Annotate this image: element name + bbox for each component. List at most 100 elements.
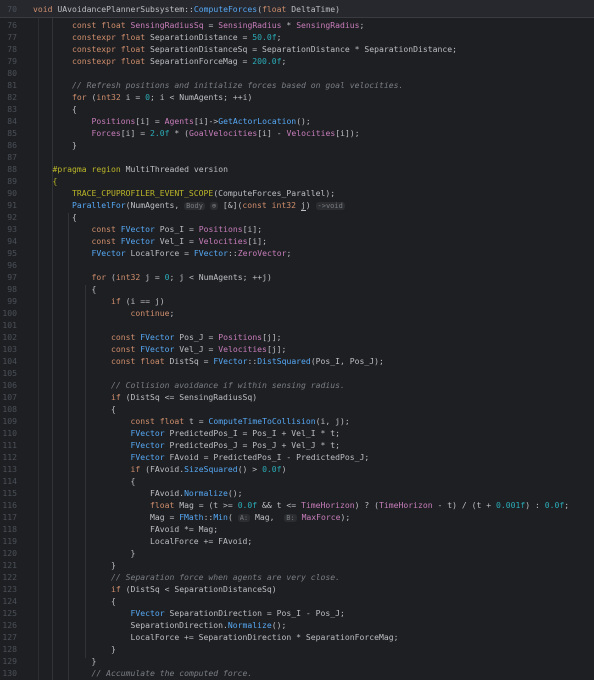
line-number: 122 <box>2 572 17 582</box>
code-line[interactable]: SeparationDirection.Normalize(); <box>33 619 286 631</box>
line-number: 91 <box>7 200 17 210</box>
code-line[interactable]: for (int32 i = 0; i < NumAgents; ++i) <box>33 91 252 103</box>
line-number: 94 <box>7 236 17 246</box>
line-number: 80 <box>7 68 17 78</box>
code-line[interactable]: const FVector Vel_I = Velocities[i]; <box>33 235 266 247</box>
line-number: 98 <box>7 284 17 294</box>
line-number: 110 <box>2 428 17 438</box>
line-number: 129 <box>2 656 17 666</box>
line-number: 105 <box>2 368 17 378</box>
code-line[interactable]: // Accumulate the computed force. <box>33 667 252 679</box>
line-number: 99 <box>7 296 17 306</box>
line-number: 92 <box>7 212 17 222</box>
line-number: 88 <box>7 164 17 174</box>
code-line[interactable]: } <box>33 643 116 655</box>
code-line[interactable]: Positions[i] = Agents[i]->GetActorLocati… <box>33 115 310 127</box>
code-line[interactable]: FVector PredictedPos_I = Pos_I + Vel_I *… <box>33 427 340 439</box>
code-editor[interactable]: 70 void UAvoidancePlannerSubsystem::Comp… <box>0 0 594 680</box>
line-number: 126 <box>2 620 17 630</box>
code-line[interactable]: FVector FAvoid = PredictedPos_I - Predic… <box>33 451 369 463</box>
line-number: 103 <box>2 344 17 354</box>
code-line[interactable]: } <box>33 559 116 571</box>
line-number: 115 <box>2 488 17 498</box>
code-line[interactable]: LocalForce += SeparationDirection * Sepa… <box>33 631 398 643</box>
code-line[interactable]: // Collision avoidance if within sensing… <box>33 379 345 391</box>
code-line[interactable]: FAvoid.Normalize(); <box>33 487 243 499</box>
code-line[interactable]: constexpr float SeparationDistanceSq = S… <box>33 43 457 55</box>
line-number: 97 <box>7 272 17 282</box>
line-number: 76 <box>7 20 17 30</box>
code-line[interactable]: #pragma region MultiThreaded version <box>33 163 228 175</box>
line-number: 130 <box>2 668 17 678</box>
code-line[interactable]: if (FAvoid.SizeSquared() > 0.0f) <box>33 463 286 475</box>
line-number: 83 <box>7 104 17 114</box>
code-line[interactable]: Forces[i] = 2.0f * (GoalVelocities[i] - … <box>33 127 359 139</box>
line-number: 90 <box>7 188 17 198</box>
code-line[interactable]: FVector PredictedPos_J = Pos_J + Vel_J *… <box>33 439 340 451</box>
code-line[interactable]: const float DistSq = FVector::DistSquare… <box>33 355 384 367</box>
line-number: 77 <box>7 32 17 42</box>
line-number: 121 <box>2 560 17 570</box>
line-number: 101 <box>2 320 17 330</box>
line-number: 125 <box>2 608 17 618</box>
code-line[interactable]: TRACE_CPUPROFILER_EVENT_SCOPE(ComputeFor… <box>33 187 335 199</box>
code-line[interactable]: const float t = ComputeTimeToCollision(i… <box>33 415 349 427</box>
code-line[interactable]: const FVector Pos_J = Positions[j]; <box>33 331 282 343</box>
line-number: 111 <box>2 440 17 450</box>
line-number: 116 <box>2 500 17 510</box>
line-number: 124 <box>2 596 17 606</box>
line-number: 117 <box>2 512 17 522</box>
line-number: 95 <box>7 248 17 258</box>
sticky-function-signature[interactable]: void UAvoidancePlannerSubsystem::Compute… <box>33 3 340 15</box>
code-line[interactable]: } <box>33 139 77 151</box>
code-line[interactable]: { <box>33 211 77 223</box>
code-line[interactable]: ParallelFor(NumAgents, Body ⊕ [&](const … <box>33 199 345 212</box>
code-line[interactable]: constexpr float SeparationForceMag = 200… <box>33 55 286 67</box>
line-number: 78 <box>7 44 17 54</box>
code-line[interactable]: const FVector Vel_J = Velocities[j]; <box>33 343 286 355</box>
line-number: 93 <box>7 224 17 234</box>
code-line[interactable]: { <box>33 175 58 187</box>
line-number: 102 <box>2 332 17 342</box>
line-number: 82 <box>7 92 17 102</box>
code-line[interactable]: // Refresh positions and initialize forc… <box>33 79 403 91</box>
line-number: 114 <box>2 476 17 486</box>
sticky-line-number: 70 <box>7 4 17 14</box>
line-number: 119 <box>2 536 17 546</box>
code-line[interactable]: continue; <box>33 307 174 319</box>
line-number: 120 <box>2 548 17 558</box>
code-line[interactable]: { <box>33 403 116 415</box>
code-line[interactable]: if (i == j) <box>33 295 165 307</box>
line-number: 85 <box>7 128 17 138</box>
code-line[interactable]: } <box>33 655 96 667</box>
line-number: 108 <box>2 404 17 414</box>
code-line[interactable]: if (DistSq < SeparationDistanceSq) <box>33 583 277 595</box>
line-number: 128 <box>2 644 17 654</box>
line-number: 112 <box>2 452 17 462</box>
code-line[interactable]: { <box>33 595 116 607</box>
code-line[interactable]: constexpr float SeparationDistance = 50.… <box>33 31 282 43</box>
line-number: 107 <box>2 392 17 402</box>
code-line[interactable]: for (int32 j = 0; j < NumAgents; ++j) <box>33 271 271 283</box>
code-line[interactable]: const float SensingRadiusSq = SensingRad… <box>33 19 364 31</box>
code-line[interactable]: LocalForce += FAvoid; <box>33 535 252 547</box>
code-line[interactable]: FVector SeparationDirection = Pos_I - Po… <box>33 607 344 619</box>
code-line[interactable]: float Mag = (t >= 0.0f && t <= TimeHoriz… <box>33 499 569 511</box>
line-number: 87 <box>7 152 17 162</box>
line-number: 123 <box>2 584 17 594</box>
code-line[interactable]: FAvoid *= Mag; <box>33 523 218 535</box>
code-line[interactable]: // Separation force when agents are very… <box>33 571 340 583</box>
line-number: 109 <box>2 416 17 426</box>
code-line[interactable]: } <box>33 547 135 559</box>
code-line[interactable]: { <box>33 475 135 487</box>
code-line[interactable]: if (DistSq <= SensingRadiusSq) <box>33 391 257 403</box>
code-line[interactable]: { <box>33 283 96 295</box>
code-line[interactable]: { <box>33 103 77 115</box>
sticky-scroll-header[interactable]: 70 void UAvoidancePlannerSubsystem::Comp… <box>0 0 594 18</box>
line-number: 127 <box>2 632 17 642</box>
line-number: 106 <box>2 380 17 390</box>
code-line[interactable]: FVector LocalForce = FVector::ZeroVector… <box>33 247 291 259</box>
code-line[interactable]: const FVector Pos_I = Positions[i]; <box>33 223 262 235</box>
line-number: 100 <box>2 308 17 318</box>
line-number: 84 <box>7 116 17 126</box>
